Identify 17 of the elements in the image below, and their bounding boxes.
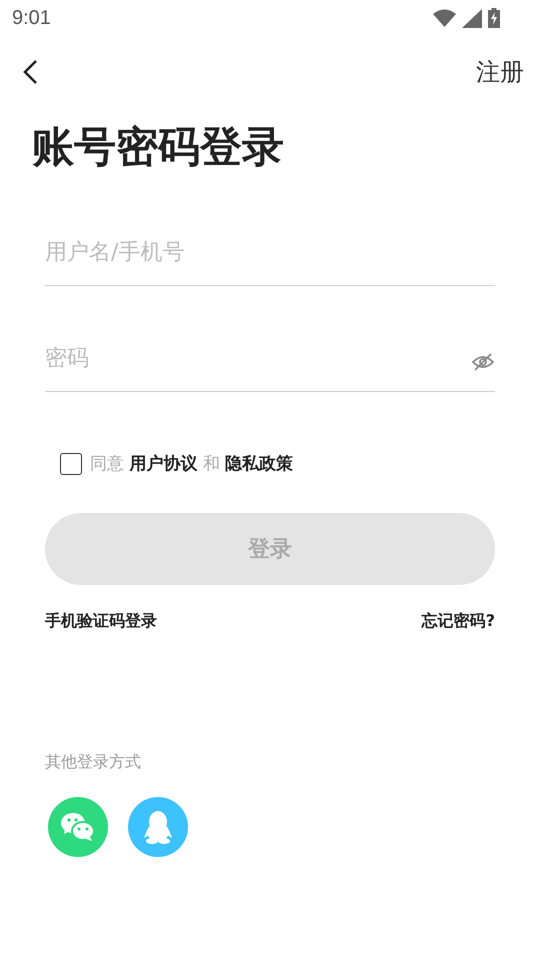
battery-icon: [488, 8, 500, 28]
wifi-icon: [433, 9, 456, 27]
page-title: 账号密码登录: [32, 121, 285, 173]
agreement-checkbox[interactable]: [60, 452, 82, 474]
penguin-icon: [143, 810, 173, 844]
text-link[interactable]: 手机验证码登录: [45, 611, 157, 632]
chat-bubbles-icon: [61, 812, 95, 842]
status-time: 9:01: [12, 6, 51, 30]
input-field[interactable]: 密码: [45, 346, 471, 371]
register-link[interactable]: 注册: [476, 56, 524, 88]
eye-hidden-icon[interactable]: [471, 353, 495, 371]
other-login-label: 其他登录方式: [45, 752, 142, 773]
agreement-text: 同意 用户协议 和 隐私政策: [90, 453, 294, 475]
signal-icon: [462, 8, 482, 28]
back-icon[interactable]: [22, 59, 38, 85]
text-link[interactable]: 忘记密码?: [422, 611, 495, 632]
input-field[interactable]: 用户名/手机号: [45, 240, 495, 265]
